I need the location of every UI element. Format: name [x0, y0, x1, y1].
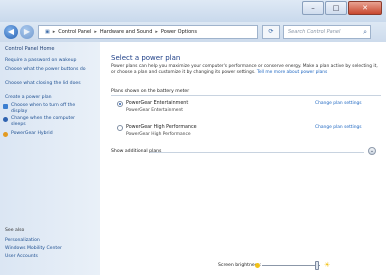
moon-icon	[3, 117, 8, 122]
monitor-icon	[3, 104, 8, 109]
title-bar: – □ ✕	[0, 0, 386, 22]
refresh-icon: ⟳	[268, 28, 274, 35]
minimize-button[interactable]: –	[302, 1, 324, 15]
brightness-high-sun-icon: ☀	[324, 261, 331, 269]
window-controls: – □ ✕	[301, 1, 382, 15]
tell-me-more-link[interactable]: Tell me more about power plans	[257, 70, 327, 75]
plan-name-high-performance[interactable]: PowerGear High Performance	[126, 125, 197, 130]
description-text: Power plans can help you maximize your c…	[111, 64, 378, 75]
control-panel-icon: ▣	[45, 29, 50, 35]
search-placeholder: Search Control Panel	[288, 29, 341, 35]
see-also-heading: See also	[5, 228, 25, 233]
sidebar-link-computer-sleeps[interactable]: Change when the computer sleeps	[11, 116, 91, 127]
battery-meter-section-label: Plans shown on the battery meter	[111, 89, 190, 94]
sidebar-link-require-password[interactable]: Require a password on wakeup	[5, 58, 91, 64]
sidebar-link-closing-lid[interactable]: Choose what closing the lid does	[5, 81, 91, 87]
breadcrumb-power-options[interactable]: Power Options	[161, 29, 197, 35]
search-icon: ⌕	[363, 28, 367, 36]
search-input[interactable]: Search Control Panel ⌕	[283, 25, 371, 39]
forward-arrow-icon[interactable]: ▶	[20, 25, 34, 39]
breadcrumb-control-panel[interactable]: Control Panel	[58, 29, 91, 35]
powergear-icon	[3, 132, 8, 137]
refresh-button[interactable]: ⟳	[262, 25, 280, 39]
see-also-user-accounts[interactable]: User Accounts	[5, 254, 91, 260]
sidebar: Control Panel Home Require a password on…	[0, 42, 100, 275]
address-bar[interactable]: ▣ ▸ Control Panel ▸ Hardware and Sound ▸ Power…	[38, 25, 258, 39]
breadcrumb-hardware-sound[interactable]: Hardware and Sound	[100, 29, 152, 35]
brightness-slider-thumb[interactable]	[315, 261, 320, 270]
change-plan-settings-link-high-performance[interactable]: Change plan settings	[315, 125, 362, 130]
plan-radio-entertainment[interactable]	[117, 101, 123, 107]
section-divider	[111, 95, 381, 96]
plan-radio-high-performance[interactable]	[117, 125, 123, 131]
maximize-button[interactable]: □	[325, 1, 347, 15]
sidebar-link-power-buttons[interactable]: Choose what the power buttons do	[5, 67, 91, 73]
brightness-slider-track[interactable]	[262, 265, 320, 266]
plan-description-entertainment: PowerGear Entertainment	[126, 108, 183, 113]
page-title: Select a power plan	[111, 54, 181, 62]
page-description: Power plans can help you maximize your c…	[111, 64, 379, 75]
main-content: Select a power plan Power plans can help…	[100, 42, 386, 275]
plan-description-high-performance: PowerGear High Performance	[126, 132, 191, 137]
sidebar-home-link[interactable]: Control Panel Home	[5, 46, 55, 52]
plan-name-entertainment[interactable]: PowerGear Entertainment	[126, 101, 188, 106]
change-plan-settings-link-entertainment[interactable]: Change plan settings	[315, 101, 362, 106]
expand-chevron-icon[interactable]: ⌄	[368, 147, 376, 155]
navigation-bar: ◀ ▶ ▣ ▸ Control Panel ▸ Hardware and Sound ▸ P…	[0, 22, 386, 42]
see-also-mobility-center[interactable]: Windows Mobility Center	[5, 246, 91, 252]
back-arrow-icon[interactable]: ◀	[4, 25, 18, 39]
sidebar-link-powergear-hybrid[interactable]: PowerGear Hybrid	[11, 131, 91, 137]
show-additional-divider	[150, 152, 364, 153]
sidebar-link-turn-off-display[interactable]: Choose when to turn off the display	[11, 103, 91, 114]
see-also-personalization[interactable]: Personalization	[5, 238, 91, 244]
sidebar-link-create-plan[interactable]: Create a power plan	[5, 95, 91, 101]
close-button[interactable]: ✕	[348, 1, 382, 15]
brightness-low-sun-icon	[255, 263, 260, 268]
